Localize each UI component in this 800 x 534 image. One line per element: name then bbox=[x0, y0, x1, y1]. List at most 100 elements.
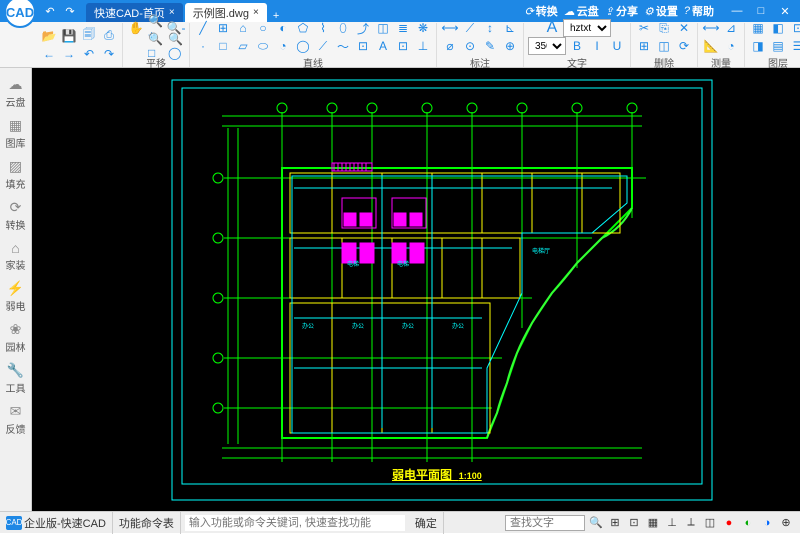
italic-button[interactable]: I bbox=[588, 37, 606, 55]
open-icon[interactable]: 📂 bbox=[40, 27, 58, 45]
undo-icon[interactable]: ↶ bbox=[80, 45, 98, 63]
sidebar-item-gallery[interactable]: ▦图库 bbox=[2, 113, 30, 154]
paste-icon[interactable]: ⎘ bbox=[655, 19, 673, 37]
dim-aligned-icon[interactable]: ⟋ bbox=[461, 19, 479, 37]
redo-icon[interactable]: ↷ bbox=[62, 3, 78, 19]
point-icon[interactable]: · bbox=[194, 37, 212, 55]
dim-radius-icon[interactable]: ⊙ bbox=[461, 37, 479, 55]
circle-icon[interactable]: ○ bbox=[254, 19, 272, 37]
command-input[interactable] bbox=[185, 515, 405, 531]
spline-icon[interactable]: ⌇ bbox=[314, 19, 332, 37]
copy-icon[interactable]: 🗐 bbox=[80, 27, 98, 45]
dim-center-icon[interactable]: ⊕ bbox=[501, 37, 519, 55]
measure-dist-icon[interactable]: ⟷ bbox=[702, 19, 720, 37]
sidebar-item-tools[interactable]: 🔧工具 bbox=[2, 358, 30, 399]
zoom-extent-icon[interactable]: 🔍◯ bbox=[167, 37, 185, 55]
close-button[interactable]: ✕ bbox=[774, 2, 796, 20]
help-button[interactable]: ?帮助 bbox=[684, 3, 714, 19]
dim-linear-icon[interactable]: ⟷ bbox=[441, 19, 459, 37]
plus-icon[interactable]: ⊕ bbox=[778, 515, 794, 531]
wave-icon[interactable]: ～ bbox=[334, 37, 352, 55]
record-icon[interactable]: ● bbox=[721, 515, 737, 531]
arc-icon[interactable]: ◐ bbox=[274, 19, 292, 37]
ortho-icon[interactable]: ⊥ bbox=[664, 515, 680, 531]
text-icon[interactable]: A bbox=[374, 37, 392, 55]
rotate-icon[interactable]: ⟳ bbox=[675, 37, 693, 55]
close-icon[interactable]: × bbox=[169, 7, 175, 18]
undo-icon[interactable]: ↶ bbox=[42, 3, 58, 19]
font-name-select[interactable]: hztxt bbox=[563, 19, 611, 37]
diag-icon[interactable]: ⟋ bbox=[314, 37, 332, 55]
back-icon[interactable]: ← bbox=[40, 45, 58, 63]
layer-icon[interactable]: ▦ bbox=[749, 19, 767, 37]
polar-icon[interactable]: ⟂ bbox=[683, 515, 699, 531]
quarter-icon[interactable]: ◔ bbox=[274, 37, 292, 55]
layer-iso-icon[interactable]: ▤ bbox=[769, 37, 787, 55]
oval-icon[interactable]: ⬭ bbox=[254, 37, 272, 55]
grid2-icon[interactable]: ▦ bbox=[645, 515, 661, 531]
cloud-button[interactable]: ☁云盘 bbox=[564, 3, 599, 19]
snap-icon[interactable]: ⊡ bbox=[626, 515, 642, 531]
font-size-select[interactable]: 350 bbox=[528, 37, 566, 55]
dim-dia-icon[interactable]: ⌀ bbox=[441, 37, 459, 55]
drawing-canvas[interactable]: 办公办公办公办公 电梯厅电梯电梯 弱电平面图 1:100 bbox=[32, 68, 800, 511]
sidebar-item-cloud[interactable]: ☁云盘 bbox=[2, 72, 30, 113]
sidebar-item-fill[interactable]: ▨填充 bbox=[2, 154, 30, 195]
bold-button[interactable]: B bbox=[568, 37, 586, 55]
home-icon[interactable]: ⌂ bbox=[234, 19, 252, 37]
search-input[interactable] bbox=[505, 515, 585, 531]
curve-icon[interactable]: ⤴ bbox=[354, 19, 372, 37]
save-icon[interactable]: 💾 bbox=[60, 27, 78, 45]
grid-icon[interactable]: ⊞ bbox=[214, 19, 232, 37]
status-edition[interactable]: CAD 企业版-快速CAD bbox=[0, 512, 113, 534]
command-table-button[interactable]: 功能命令表 bbox=[113, 512, 181, 534]
forward-icon[interactable]: → bbox=[60, 45, 78, 63]
dim-vertical-icon[interactable]: ↕ bbox=[481, 19, 499, 37]
frame-icon[interactable]: ⊡ bbox=[394, 37, 412, 55]
grid-icon[interactable]: ⊞ bbox=[607, 515, 623, 531]
ellipse-icon[interactable]: ⬯ bbox=[334, 19, 352, 37]
sidebar-item-convert[interactable]: ⟳转换 bbox=[2, 195, 30, 236]
measure-angle-icon[interactable]: 📐 bbox=[702, 37, 720, 55]
settings-button[interactable]: ⚙设置 bbox=[644, 3, 678, 19]
share-button[interactable]: ⇪分享 bbox=[605, 3, 638, 19]
layer-freeze-icon[interactable]: ⊡ bbox=[789, 19, 800, 37]
redo-icon[interactable]: ↷ bbox=[100, 45, 118, 63]
osnap-icon[interactable]: ◫ bbox=[702, 515, 718, 531]
maximize-button[interactable]: □ bbox=[750, 2, 772, 20]
dim-leader-icon[interactable]: ✎ bbox=[481, 37, 499, 55]
sidebar-item-feedback[interactable]: ✉反馈 bbox=[2, 399, 30, 440]
minimize-button[interactable]: — bbox=[726, 2, 748, 20]
ok-button[interactable]: 确定 bbox=[409, 512, 444, 534]
convert-button[interactable]: ⟳转换 bbox=[525, 3, 558, 19]
pan-icon[interactable]: ✋ bbox=[127, 19, 145, 37]
hatch-icon[interactable]: ≣ bbox=[394, 19, 412, 37]
layer-list-icon[interactable]: ☰ bbox=[789, 37, 800, 55]
block-icon[interactable]: ◫ bbox=[374, 19, 392, 37]
status-blue-icon[interactable]: ◑ bbox=[759, 515, 775, 531]
search-icon[interactable]: 🔍 bbox=[588, 515, 604, 531]
mirror-icon[interactable]: ◫ bbox=[655, 37, 673, 55]
parallelogram-icon[interactable]: ▱ bbox=[234, 37, 252, 55]
layer-lock-icon[interactable]: ◨ bbox=[749, 37, 767, 55]
delete-icon[interactable]: ✕ bbox=[675, 19, 693, 37]
measure-arc-icon[interactable]: ◔ bbox=[722, 37, 740, 55]
text-tool-icon[interactable]: A bbox=[543, 19, 561, 37]
sidebar-item-lowvolt[interactable]: ⚡弱电 bbox=[2, 276, 30, 317]
print-icon[interactable]: ⎙ bbox=[100, 27, 118, 45]
box-icon[interactable]: ⊡ bbox=[354, 37, 372, 55]
rect-icon[interactable]: □ bbox=[214, 37, 232, 55]
line-icon[interactable]: ╱ bbox=[194, 19, 212, 37]
misc-icon[interactable]: ❋ bbox=[414, 19, 432, 37]
array-icon[interactable]: ⊞ bbox=[635, 37, 653, 55]
cut-icon[interactable]: ✂ bbox=[635, 19, 653, 37]
status-green-icon[interactable]: ◐ bbox=[740, 515, 756, 531]
underline-button[interactable]: U bbox=[608, 37, 626, 55]
polygon-icon[interactable]: ⬠ bbox=[294, 19, 312, 37]
measure-area-icon[interactable]: ⊿ bbox=[722, 19, 740, 37]
zoom-window-icon[interactable]: 🔍□ bbox=[147, 37, 165, 55]
dim-angle-icon[interactable]: ⊾ bbox=[501, 19, 519, 37]
perp-icon[interactable]: ⊥ bbox=[414, 37, 432, 55]
sidebar-item-furnish[interactable]: ⌂家装 bbox=[2, 236, 30, 276]
layer-off-icon[interactable]: ◧ bbox=[769, 19, 787, 37]
